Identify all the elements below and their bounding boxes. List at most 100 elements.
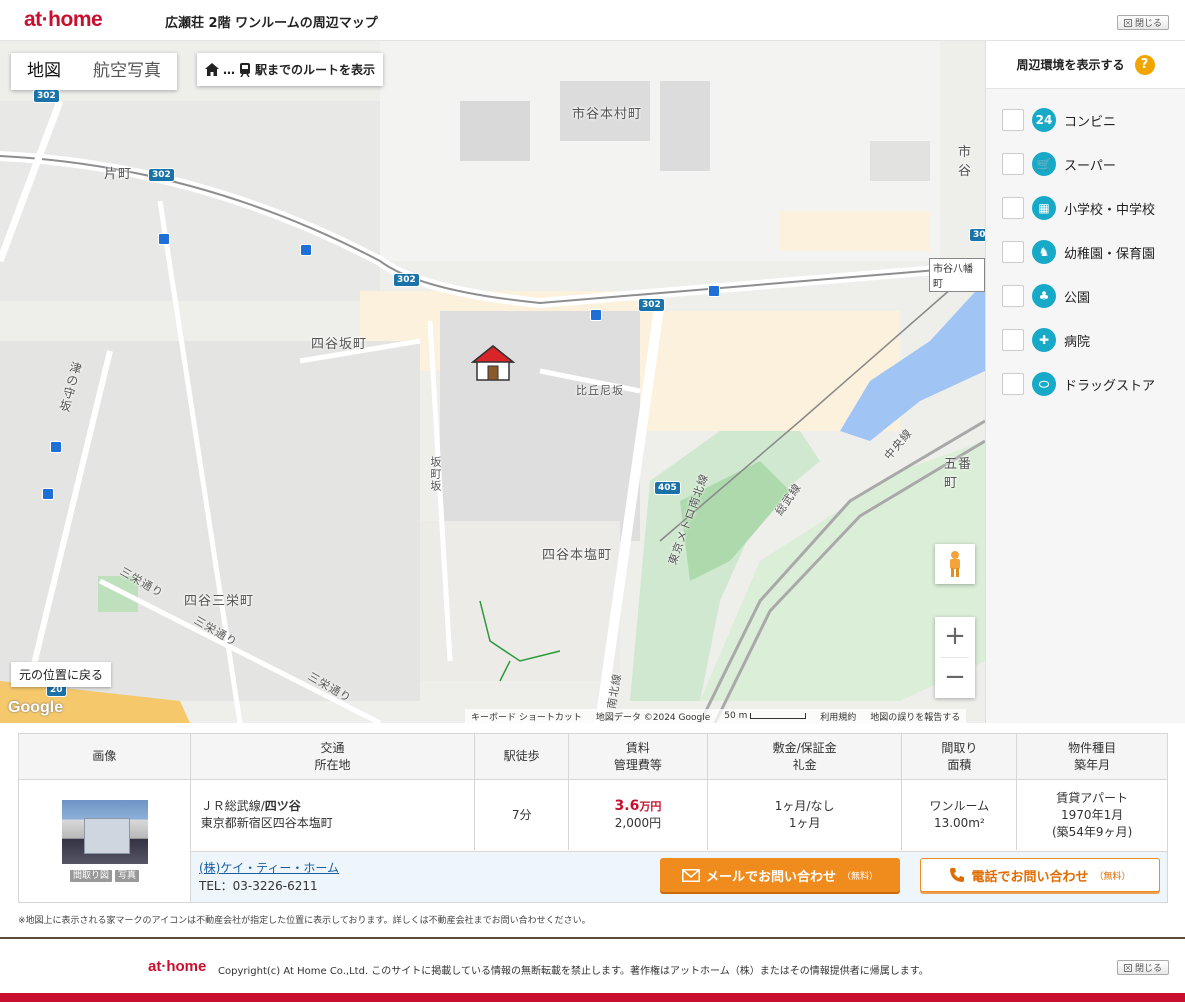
map-label-katamachi: 片町 [104,167,133,182]
checkbox[interactable] [1002,153,1024,175]
table-row: ＪＲ総武線/四ツ谷 東京都新宿区四谷本塩町 7分 3.6万円 2,000円 1ヶ… [19,780,1167,850]
table-header-row: 画像 交通 所在地 駅徒歩 賃料 管理費等 敷金/保証金 礼金 間取り 面積 物件種目築… [19,734,1167,780]
route-shield: 302 [393,273,420,287]
convenience-store-icon: 24 [1032,108,1056,132]
map-label-yotsuya-sanei: 四谷三栄町 [184,594,255,609]
tab-map[interactable]: 地図 [11,53,77,90]
management-fee: 2,000円 [614,816,662,830]
map-label-gobancho: 五番町 [944,457,973,491]
map-label-ichigaya-honmura: 市谷本村町 [572,107,643,122]
mail-inquiry-button[interactable]: メールでお問い合わせ （無料） [660,858,900,892]
header-access: 交通 所在地 [190,734,476,780]
type-cell: 賃貸アパート 1970年1月 (築54年9ヶ月) [1051,790,1133,839]
close-icon: × [1123,18,1132,27]
checkbox[interactable] [1002,241,1024,263]
bus-stop-icon[interactable] [590,309,602,321]
map-canvas[interactable]: 地図 航空写真 … 駅までのルートを表示 市谷本村町 市谷 片町 四谷坂町 比丘… [0,41,985,723]
report-error-link[interactable]: 地図の誤りを報告する [870,710,960,723]
poi-toggle-park[interactable]: ♣ 公園 [1002,284,1090,308]
zoom-in-button[interactable]: + [935,617,975,657]
mail-icon [681,868,700,882]
poi-label: 小学校・中学校 [1064,202,1156,218]
zoom-control: + − [935,617,975,698]
bus-stop-icon[interactable] [300,244,312,256]
train-icon [240,62,250,77]
map-label-sakamachizaka: 坂町坂 [429,456,442,492]
photo-tag[interactable]: 写真 [115,870,140,882]
bus-stop-icon[interactable] [42,488,54,500]
checkbox[interactable] [1002,373,1024,395]
access-cell: ＪＲ総武線/四ツ谷 東京都新宿区四谷本塩町 [191,780,476,850]
poi-toggle-drugstore[interactable]: ⬭ ドラッグストア [1002,372,1155,396]
walk-cell: 7分 [475,780,570,850]
photo-tags: 間取り図 写真 [69,870,140,882]
route-shield: 302 [148,168,175,182]
rent-value: 3.6万円 [614,798,662,814]
map-base [0,41,985,723]
street-view-pegman[interactable] [935,544,975,584]
property-table: 画像 交通 所在地 駅徒歩 賃料 管理費等 敷金/保証金 礼金 間取り 面積 物件種目築… [18,733,1168,903]
pill-icon: ⬭ [1032,372,1056,396]
route-to-station-button[interactable]: … 駅までのルートを表示 [197,53,384,86]
map-scale[interactable]: 50 m [724,711,807,721]
bus-stop-icon[interactable] [158,233,170,245]
poi-label: 公園 [1064,290,1091,306]
agent-name-link[interactable]: (株)ケイ・ティー・ホーム [199,859,339,876]
map-label-yotsuya-sakamachi: 四谷坂町 [311,337,368,352]
layout-cell: ワンルーム 13.00m² [902,780,1018,850]
checkbox[interactable] [1002,285,1024,307]
route-shield: 302 [33,89,60,103]
property-photo[interactable] [61,800,148,864]
keyboard-shortcuts-link[interactable]: キーボード ショートカット [471,710,582,723]
terms-link[interactable]: 利用規約 [820,710,856,723]
poi-label: コンビニ [1064,114,1117,130]
zoom-out-button[interactable]: − [935,658,975,698]
footer-close-button[interactable]: × 閉じる [1117,960,1169,975]
agent-row: (株)ケイ・ティー・ホーム TEL：03-3226-6211 メールでお問い合わ… [191,851,1167,902]
poi-toggle-supermarket[interactable]: 🛒 スーパー [1002,152,1116,176]
cross-icon: ✚ [1032,328,1056,352]
close-label: 閉じる [1134,19,1162,29]
checkbox[interactable] [1002,109,1024,131]
map-label-yotsuya-honshiomachi: 四谷本塩町 [542,548,613,563]
phone-icon [950,868,965,882]
poi-toggle-convenience[interactable]: 24 コンビニ [1002,108,1116,132]
checkbox[interactable] [1002,329,1024,351]
bus-stop-icon[interactable] [50,441,62,453]
bus-stop-icon[interactable] [708,285,720,297]
school-icon: ▦ [1032,196,1056,220]
footer-logo[interactable]: at·home [148,958,206,975]
close-button[interactable]: × 閉じる [1117,15,1169,30]
surroundings-panel: 周辺環境を表示する ? 24 コンビニ 🛒 スーパー ▦ 小学校・中学校 ♞ 幼… [985,41,1185,723]
header: at·home 広瀬荘 2階 ワンルームの周辺マップ × 閉じる [0,0,1185,41]
route-shield: 302 [638,298,665,312]
property-house-icon[interactable] [471,344,515,382]
header-rent: 賃料 管理費等 [569,734,708,780]
header-deposit: 敷金/保証金 礼金 [707,734,903,780]
page-title: 広瀬荘 2階 ワンルームの周辺マップ [165,16,378,31]
tab-aerial[interactable]: 航空写真 [77,53,177,90]
route-shield: 405 [654,481,681,495]
line-station: ＪＲ総武線/四ツ谷 [200,799,301,813]
google-logo: Google [8,699,64,716]
poi-toggle-school[interactable]: ▦ 小学校・中学校 [1002,196,1155,220]
floorplan-tag[interactable]: 間取り図 [69,870,112,882]
poi-label: 病院 [1064,334,1091,350]
surroundings-header: 周辺環境を表示する ? [986,41,1185,89]
tree-icon: ♣ [1032,284,1056,308]
checkbox[interactable] [1002,197,1024,219]
phone-inquiry-button[interactable]: 電話でお問い合わせ （無料） [920,858,1160,892]
return-to-origin-button[interactable]: 元の位置に戻る [11,662,112,687]
map-label-hikunizaka: 比丘尼坂 [576,384,624,397]
close-icon: × [1123,963,1132,972]
map-attribution: キーボード ショートカット 地図データ ©2024 Google 50 m 利用… [465,709,967,723]
address: 東京都新宿区四谷本塩町 [200,816,333,830]
poi-toggle-kindergarten[interactable]: ♞ 幼稚園・保育園 [1002,240,1155,264]
property-photo-cell: 間取り図 写真 [19,780,191,902]
rent-cell: 3.6万円 2,000円 [569,780,708,850]
agent-tel: TEL：03-3226-6211 [199,879,318,893]
close-label: 閉じる [1134,964,1162,974]
athome-logo[interactable]: at·home [24,8,103,32]
poi-toggle-hospital[interactable]: ✚ 病院 [1002,328,1090,352]
help-icon[interactable]: ? [1134,54,1155,75]
